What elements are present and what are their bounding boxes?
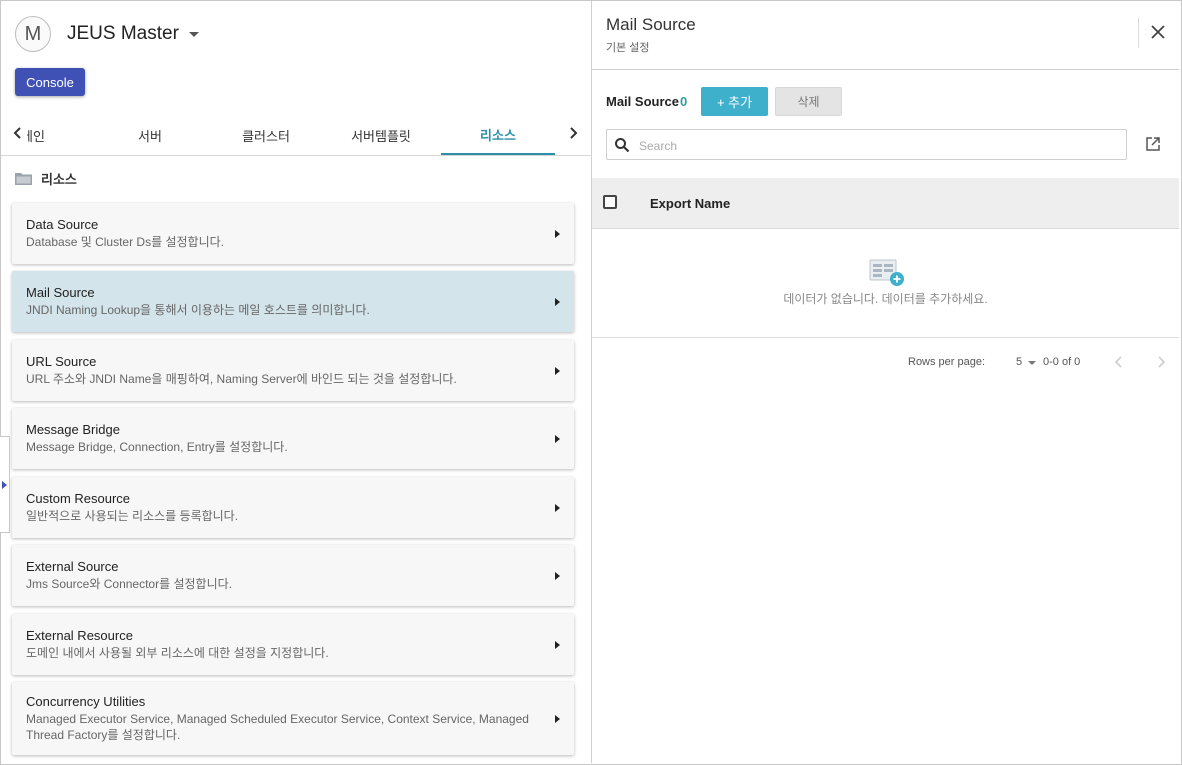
search-field[interactable] xyxy=(606,129,1127,160)
card-external-source[interactable]: External Source Jms Source와 Connector를 설… xyxy=(12,545,574,606)
card-data-source[interactable]: Data Source Database 및 Cluster Ds를 설정합니다… xyxy=(12,203,574,264)
card-title: Message Bridge xyxy=(26,422,120,437)
rows-per-page-label: Rows per page: xyxy=(908,356,986,368)
sidebar-expand-handle[interactable] xyxy=(0,436,10,533)
tab-main[interactable]: 메인 xyxy=(27,115,67,155)
chevron-right-icon xyxy=(555,434,560,443)
pagination-range: 0-0 of 0 xyxy=(1043,356,1081,368)
card-url-source[interactable]: URL Source URL 주소와 JNDI Name을 매핑하여, Nami… xyxy=(12,340,574,401)
open-external-icon[interactable] xyxy=(1145,136,1161,152)
rows-per-page-select[interactable]: 5 xyxy=(1016,356,1022,368)
card-external-resource[interactable]: External Resource 도메인 내에서 사용될 외부 리소스에 대한… xyxy=(12,614,574,675)
chevron-right-icon xyxy=(555,571,560,580)
select-all-checkbox[interactable] xyxy=(603,195,617,209)
chevron-right-icon[interactable] xyxy=(563,123,583,143)
column-export-name[interactable]: Export Name xyxy=(650,196,730,211)
item-count: 0 xyxy=(680,94,688,109)
next-page-icon[interactable] xyxy=(1154,354,1168,370)
add-data-icon xyxy=(869,259,904,286)
table-header: Export Name xyxy=(592,178,1179,229)
prev-page-icon[interactable] xyxy=(1112,354,1126,370)
card-description: Managed Executor Service, Managed Schedu… xyxy=(26,712,529,742)
header-divider-line xyxy=(592,69,1179,70)
section-title: 리소스 xyxy=(41,172,77,187)
console-button[interactable]: Console xyxy=(15,68,85,96)
card-description: JNDI Naming Lookup을 통해서 이용하는 메일 호스트를 의미합… xyxy=(26,303,370,317)
card-message-bridge[interactable]: Message Bridge Message Bridge, Connectio… xyxy=(12,408,574,469)
chevron-right-icon xyxy=(555,229,560,238)
chevron-right-icon xyxy=(555,503,560,512)
delete-button[interactable]: 삭제 xyxy=(775,87,842,116)
chevron-right-icon xyxy=(2,481,7,489)
tab-bar: 메인 서버 클러스터 서버템플릿 리소스 xyxy=(1,115,591,156)
add-button[interactable]: + 추가 xyxy=(701,87,768,116)
card-title: Concurrency Utilities xyxy=(26,694,146,709)
card-description: 일반적으로 사용되는 리소스를 등록합니다. xyxy=(26,509,239,523)
empty-state: 데이터가 없습니다. 데이터를 추가하세요. xyxy=(592,229,1179,338)
chevron-down-icon[interactable] xyxy=(1028,361,1036,365)
card-title: Mail Source xyxy=(26,285,95,300)
card-title: External Resource xyxy=(26,628,133,643)
detail-panel: Mail Source 기본 설정 Mail Source 0 + 추가 삭제 … xyxy=(592,1,1179,763)
chevron-right-icon xyxy=(555,640,560,649)
card-concurrency-utilities[interactable]: Concurrency Utilities Managed Executor S… xyxy=(12,682,574,755)
app-title[interactable]: JEUS Master xyxy=(67,23,179,45)
card-description: 도메인 내에서 사용될 외부 리소스에 대한 설정을 지정합니다. xyxy=(26,646,329,660)
card-description: Jms Source와 Connector를 설정합니다. xyxy=(26,577,232,591)
card-mail-source[interactable]: Mail Source JNDI Naming Lookup을 통해서 이용하는… xyxy=(12,271,574,332)
chevron-right-icon xyxy=(555,297,560,306)
section-header: 리소스 xyxy=(15,169,77,188)
left-panel: M JEUS Master Console 메인 서버 클러스터 서버템플릿 리… xyxy=(1,1,591,763)
empty-message: 데이터가 없습니다. 데이터를 추가하세요. xyxy=(783,292,988,306)
card-description: Database 및 Cluster Ds를 설정합니다. xyxy=(26,235,224,249)
header-divider xyxy=(1138,18,1139,48)
tab-server-template[interactable]: 서버템플릿 xyxy=(329,115,433,155)
list-label: Mail Source xyxy=(606,94,679,109)
card-custom-resource[interactable]: Custom Resource 일반적으로 사용되는 리소스를 등록합니다. xyxy=(12,477,574,538)
tab-resource[interactable]: 리소스 xyxy=(441,115,555,155)
card-description: URL 주소와 JNDI Name을 매핑하여, Naming Server에 … xyxy=(26,372,457,386)
detail-title: Mail Source xyxy=(606,15,696,34)
card-title: URL Source xyxy=(26,354,97,369)
close-icon[interactable] xyxy=(1147,21,1169,43)
chevron-right-icon xyxy=(555,714,560,723)
tab-cluster[interactable]: 클러스터 xyxy=(214,115,318,155)
detail-subtitle: 기본 설정 xyxy=(606,42,650,54)
search-input[interactable] xyxy=(637,134,1111,157)
avatar[interactable]: M xyxy=(15,16,51,52)
card-title: Custom Resource xyxy=(26,491,131,506)
search-icon xyxy=(615,138,630,153)
chevron-down-icon[interactable] xyxy=(189,32,199,37)
chevron-right-icon xyxy=(555,366,560,375)
folder-icon xyxy=(15,173,32,185)
card-description: Message Bridge, Connection, Entry를 설정합니다… xyxy=(26,440,288,454)
card-title: External Source xyxy=(26,559,119,574)
tab-server[interactable]: 서버 xyxy=(98,115,202,155)
chevron-left-icon[interactable] xyxy=(8,123,28,143)
card-title: Data Source xyxy=(26,217,99,232)
